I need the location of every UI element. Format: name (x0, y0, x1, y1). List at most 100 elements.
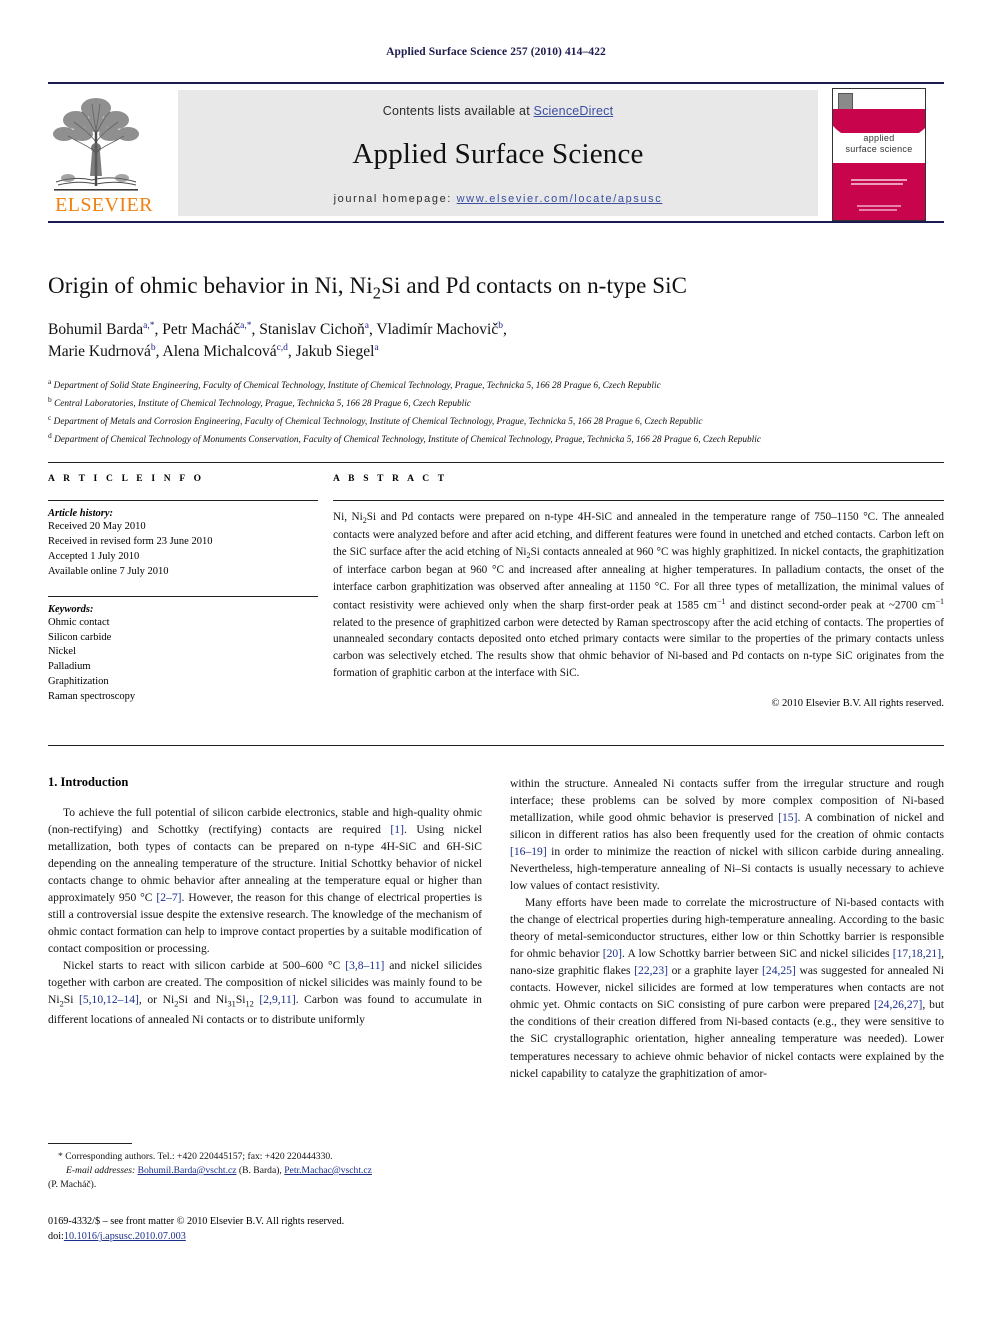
keywords-label: Keywords: (48, 603, 94, 615)
history-item: Accepted 1 July 2010 (48, 550, 140, 562)
author-separator: , (503, 321, 507, 339)
corresponding-author-note: * Corresponding authors. Tel.: +420 2204… (58, 1151, 333, 1162)
author-affil-mark: a,* (143, 321, 155, 332)
cover-title: applied surface science (833, 133, 925, 155)
abstract-divider (333, 500, 944, 501)
footnote-block: * Corresponding authors. Tel.: +420 2204… (48, 1150, 482, 1192)
keywords-divider (48, 595, 318, 597)
paper-page: Applied Surface Science 257 (2010) 414–4… (0, 0, 992, 1323)
masthead-rule-top (48, 82, 944, 84)
doi-label: doi: (48, 1231, 64, 1243)
journal-banner: Contents lists available at ScienceDirec… (178, 90, 818, 216)
paragraph: within the structure. Annealed Ni contac… (510, 777, 944, 893)
affiliation-item: d Department of Chemical Technology of M… (48, 430, 944, 448)
body-column-left: 1. Introduction To achieve the full pote… (48, 775, 482, 1028)
affiliation-item: c Department of Metals and Corrosion Eng… (48, 412, 944, 430)
citation-ref[interactable]: [16–19] (510, 845, 547, 858)
paragraph: Many efforts have been made to correlate… (510, 896, 944, 1080)
section-heading-introduction: 1. Introduction (48, 775, 129, 789)
info-section-rule-top (48, 462, 944, 463)
email-note: E-mail addresses: Bohumil.Barda@vscht.cz… (48, 1164, 482, 1178)
keyword-item: Nickel (48, 646, 76, 658)
paragraph: To achieve the full potential of silicon… (48, 806, 482, 956)
email-link-barda[interactable]: Bohumil.Barda@vscht.cz (138, 1165, 237, 1176)
citation-ref[interactable]: [1] (390, 823, 404, 836)
footnote-rule (48, 1143, 132, 1144)
email-label: E-mail addresses: (66, 1164, 136, 1176)
article-title: Origin of ohmic behavior in Ni, Ni2Si an… (48, 273, 688, 303)
citation-ref[interactable]: [5,10,12–14] (79, 993, 139, 1006)
abstract-copyright: © 2010 Elsevier B.V. All rights reserved… (771, 697, 944, 709)
history-item: Received 20 May 2010 (48, 521, 146, 532)
keyword-item: Silicon carbide (48, 631, 112, 643)
history-item: Received in revised form 23 June 2010 (48, 535, 213, 547)
info-divider (48, 500, 318, 501)
email-person-2: (P. Macháč). (48, 1178, 97, 1190)
affiliation-mark: d (48, 431, 52, 440)
citation-ref[interactable]: [24,26,27] (874, 998, 922, 1011)
cover-textline-2 (851, 183, 903, 185)
author-line-1: Bohumil Bardaa,*, Petr Macháča,*, Stanis… (48, 319, 944, 341)
author-line-2: Marie Kudrnováb, Alena Michalcovác,d, Ja… (48, 341, 944, 363)
imprint-block: 0169-4332/$ – see front matter © 2010 El… (48, 1214, 488, 1245)
journal-cover-thumbnail: applied surface science (832, 88, 926, 221)
history-item: Available online 7 July 2010 (48, 565, 169, 577)
citation-ref[interactable]: [22,23] (634, 964, 668, 977)
journal-title: Applied Surface Science (352, 138, 644, 170)
article-info-heading: A R T I C L E I N F O (48, 474, 205, 484)
author-affil-mark: c,d (276, 343, 288, 354)
author-name: , Alena Michalcová (155, 343, 277, 361)
affiliation-text: Central Laboratories, Institute of Chemi… (54, 399, 471, 410)
citation-ref[interactable]: [2–7] (156, 891, 181, 904)
keyword-item: Graphitization (48, 676, 109, 688)
keyword-item: Raman spectroscopy (48, 691, 136, 703)
elsevier-tree-icon (53, 98, 139, 191)
affiliation-mark: c (48, 413, 52, 423)
author-name: , Vladimír Machovič (368, 321, 499, 339)
author-name: , Stanislav Cichoň (251, 321, 365, 339)
doi-link[interactable]: 10.1016/j.apsusc.2010.07.003 (64, 1231, 186, 1242)
citation-ref[interactable]: [15] (778, 811, 797, 824)
elsevier-logo: ELSEVIER (48, 90, 160, 218)
cover-textline-1 (851, 179, 907, 181)
affiliation-item: a Department of Solid State Engineering,… (48, 376, 944, 394)
affiliation-mark: b (48, 395, 52, 405)
affiliation-list: a Department of Solid State Engineering,… (48, 376, 944, 447)
paragraph: Nickel starts to react with silicon carb… (48, 959, 482, 1026)
sciencedirect-link[interactable]: ScienceDirect (534, 104, 614, 118)
author-name: , Petr Macháč (154, 321, 241, 339)
citation-ref[interactable]: [2,9,11] (259, 993, 295, 1006)
homepage-url-link[interactable]: www.elsevier.com/locate/apsusc (457, 193, 663, 205)
abstract-heading: A B S T R A C T (333, 474, 448, 484)
affiliation-item: b Central Laboratories, Institute of Che… (48, 394, 944, 412)
keyword-item: Ohmic contact (48, 616, 110, 628)
running-head: Applied Surface Science 257 (2010) 414–4… (386, 46, 606, 58)
citation-ref[interactable]: [3,8–11] (345, 959, 384, 972)
email-person-1: (B. Barda), (238, 1164, 282, 1176)
citation-ref[interactable]: [24,25] (762, 964, 796, 977)
cover-title-line2: surface science (845, 144, 913, 154)
info-section-rule-bottom (48, 745, 944, 746)
cover-textline-3 (857, 205, 901, 207)
cover-body (833, 163, 925, 220)
masthead-rule-bottom (48, 221, 944, 223)
email-link-machac[interactable]: Petr.Machac@vscht.cz (284, 1165, 372, 1176)
body-column-right: within the structure. Annealed Ni contac… (510, 775, 944, 1082)
journal-masthead: ELSEVIER Contents lists available at Sci… (48, 82, 944, 223)
doi-line: doi:10.1016/j.apsusc.2010.07.003 (48, 1229, 488, 1244)
keyword-item: Palladium (48, 661, 91, 673)
homepage-label: journal homepage: (333, 193, 452, 205)
article-history-label: Article history: (48, 508, 114, 519)
citation-ref[interactable]: [20] (603, 947, 622, 960)
author-name: Marie Kudrnová (48, 343, 151, 361)
contents-prefix: Contents lists available at (382, 104, 534, 118)
citation-ref[interactable]: [17,18,21] (893, 947, 941, 960)
cover-textline-4 (859, 209, 897, 211)
affiliation-text: Department of Chemical Technology of Mon… (54, 435, 761, 446)
affiliation-text: Department of Metals and Corrosion Engin… (53, 417, 703, 428)
author-affil-mark: a (374, 343, 379, 354)
cover-title-line1: applied (863, 133, 895, 143)
article-info-column: Article history: Received 20 May 2010 Re… (48, 500, 318, 705)
elsevier-wordmark: ELSEVIER (55, 194, 153, 216)
author-name: , Jakub Siegel (287, 343, 375, 361)
